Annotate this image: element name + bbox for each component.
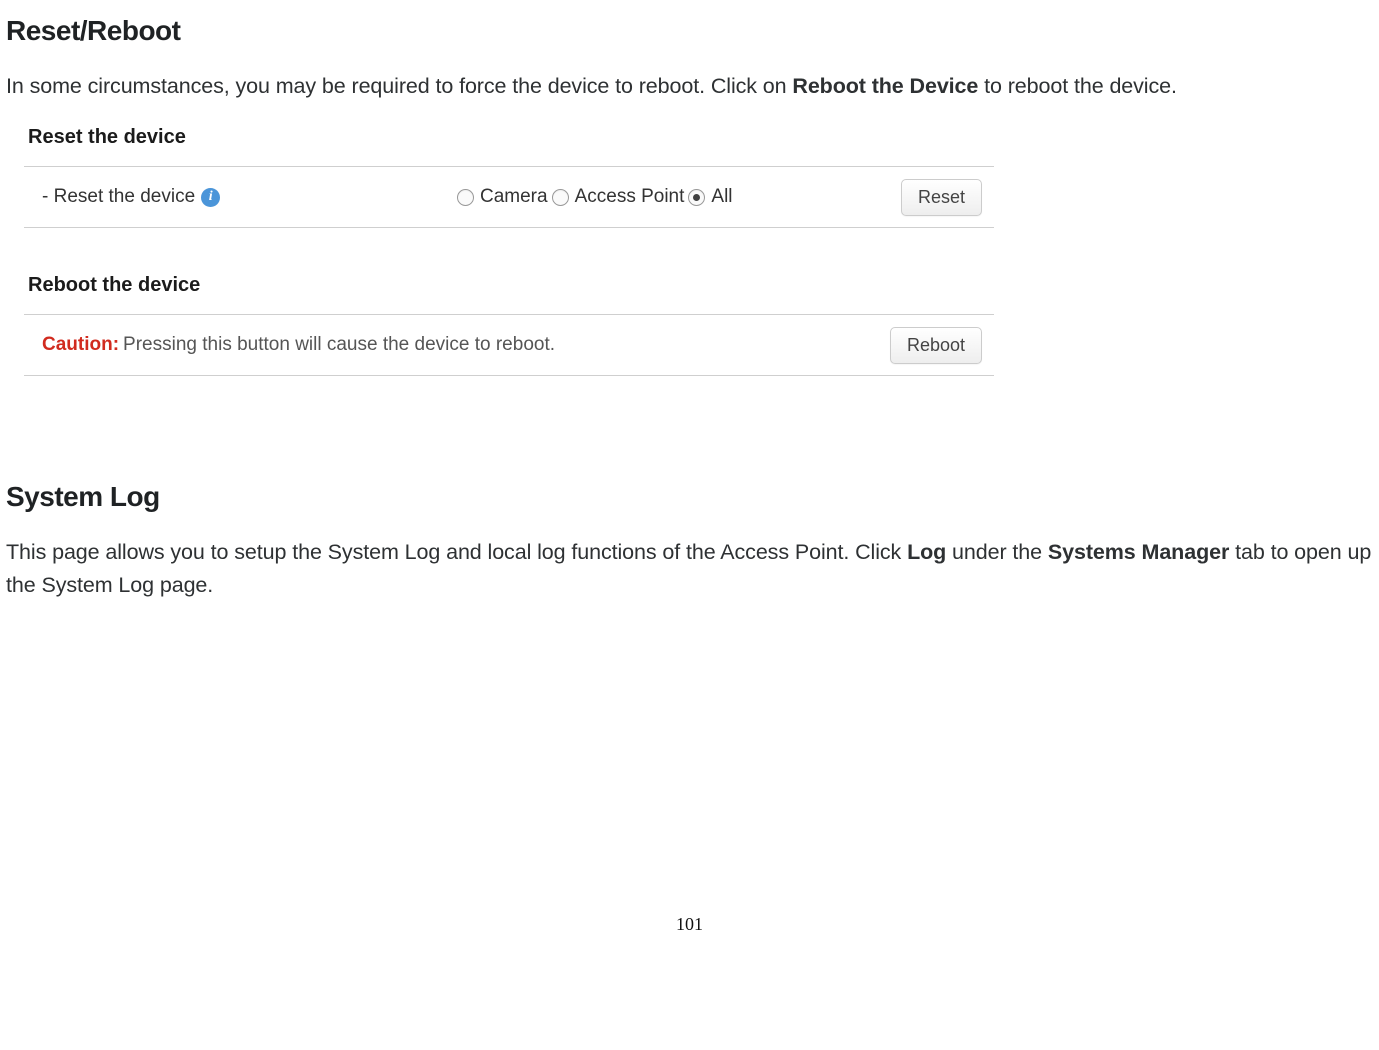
section-text-reset-reboot: In some circumstances, you may be requir…: [6, 70, 1373, 102]
reboot-row: Caution: Pressing this button will cause…: [24, 314, 994, 376]
text-bold-systems-manager: Systems Manager: [1048, 540, 1229, 564]
section-text-system-log: This page allows you to setup the System…: [6, 536, 1373, 601]
text-fragment: under the: [946, 540, 1048, 564]
text-fragment: to reboot the device.: [978, 74, 1177, 98]
reset-radio-group: Camera Access Point All: [457, 183, 889, 212]
reboot-button[interactable]: Reboot: [890, 327, 982, 364]
section-heading-reset-reboot: Reset/Reboot: [6, 10, 1373, 52]
embedded-ui-screenshot: Reset the device - Reset the device i Ca…: [24, 116, 994, 376]
section-heading-system-log: System Log: [6, 476, 1373, 518]
caution-label: Caution:: [42, 331, 119, 360]
radio-access-point[interactable]: Access Point: [552, 183, 685, 212]
radio-icon: [552, 189, 569, 206]
reset-label-text: - Reset the device: [42, 183, 195, 212]
reset-button[interactable]: Reset: [901, 179, 982, 216]
panel-title-reboot: Reboot the device: [24, 264, 994, 314]
radio-all[interactable]: All: [688, 183, 732, 212]
radio-icon: [688, 189, 705, 206]
reset-row-label: - Reset the device i: [42, 183, 457, 212]
info-icon[interactable]: i: [201, 188, 220, 207]
page-number: 101: [6, 911, 1373, 938]
reset-row: - Reset the device i Camera Access Point…: [24, 166, 994, 228]
text-fragment: This page allows you to setup the System…: [6, 540, 907, 564]
radio-label: Camera: [480, 183, 548, 212]
radio-icon: [457, 189, 474, 206]
radio-label: All: [711, 183, 732, 212]
caution-message: Pressing this button will cause the devi…: [123, 331, 878, 360]
text-fragment: In some circumstances, you may be requir…: [6, 74, 792, 98]
radio-label: Access Point: [575, 183, 685, 212]
text-bold-reboot-the-device: Reboot the Device: [792, 74, 978, 98]
panel-title-reset: Reset the device: [24, 116, 994, 166]
text-bold-log: Log: [907, 540, 946, 564]
radio-camera[interactable]: Camera: [457, 183, 548, 212]
